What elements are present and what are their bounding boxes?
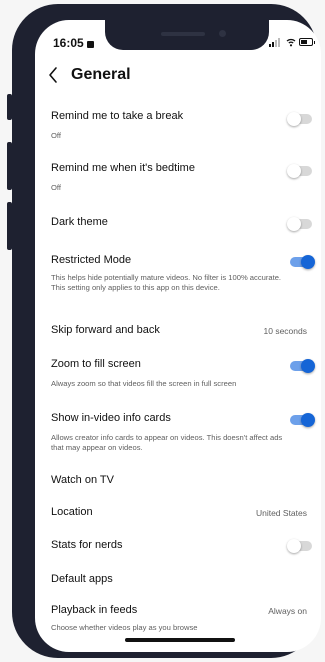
notch xyxy=(105,20,269,50)
setting-description: This helps hide potentially mature video… xyxy=(51,273,282,292)
setting-label: Remind me when it's bedtime xyxy=(51,162,195,174)
cellular-signal-icon xyxy=(269,37,283,47)
setting-description: Off xyxy=(51,131,61,140)
orientation-lock-icon xyxy=(86,41,94,48)
volume-down-button xyxy=(7,202,12,250)
silent-switch xyxy=(7,94,12,120)
setting-label: Default apps xyxy=(51,573,113,585)
battery-icon xyxy=(299,38,315,46)
remind-break-toggle[interactable] xyxy=(287,112,312,126)
chevron-left-icon[interactable] xyxy=(47,66,59,84)
app-header: General xyxy=(35,64,321,88)
phone-frame: 16:05 General Remind me to take a break … xyxy=(7,4,321,658)
setting-description: Choose whether videos play as you browse xyxy=(51,623,198,632)
status-bar-time: 16:05 xyxy=(53,36,94,50)
setting-label: Dark theme xyxy=(51,216,108,228)
setting-description: Allows creator info cards to appear on v… xyxy=(51,433,283,452)
setting-value: 10 seconds xyxy=(263,326,307,336)
setting-label: Stats for nerds xyxy=(51,539,123,551)
dark-theme-toggle[interactable] xyxy=(287,217,312,231)
setting-value: Always on xyxy=(268,606,307,616)
setting-label: Remind me to take a break xyxy=(51,110,184,122)
stats-toggle[interactable] xyxy=(287,539,312,553)
setting-label: Watch on TV xyxy=(51,474,114,486)
setting-description: Off xyxy=(51,183,61,192)
restricted-mode-toggle[interactable] xyxy=(290,255,315,269)
setting-label: Zoom to fill screen xyxy=(51,358,141,370)
setting-label: Location xyxy=(51,506,93,518)
volume-up-button xyxy=(7,142,12,190)
setting-label: Show in-video info cards xyxy=(51,412,171,424)
speaker xyxy=(161,32,205,36)
page-title: General xyxy=(71,66,131,83)
setting-label: Playback in feeds xyxy=(51,604,138,616)
phone-screen: 16:05 General Remind me to take a break … xyxy=(35,20,321,652)
setting-label: Restricted Mode xyxy=(51,254,132,266)
zoom-toggle[interactable] xyxy=(290,359,315,373)
setting-value: United States xyxy=(255,508,307,518)
wifi-icon xyxy=(286,38,296,47)
front-camera xyxy=(219,30,226,37)
setting-description: Always zoom so that videos fill the scre… xyxy=(51,379,237,388)
info-cards-toggle[interactable] xyxy=(290,413,315,427)
setting-label: Skip forward and back xyxy=(51,324,160,336)
status-time-text: 16:05 xyxy=(53,36,84,50)
home-indicator[interactable] xyxy=(125,638,235,642)
remind-bedtime-toggle[interactable] xyxy=(287,164,312,178)
